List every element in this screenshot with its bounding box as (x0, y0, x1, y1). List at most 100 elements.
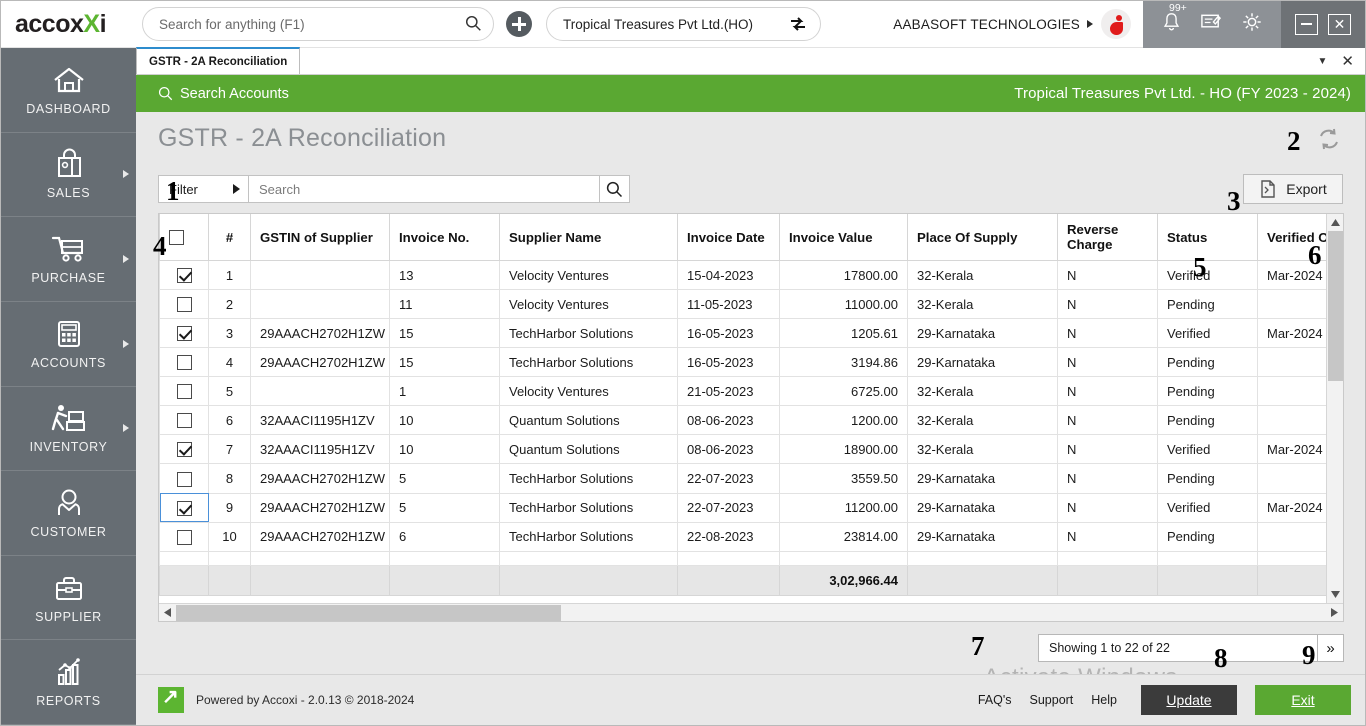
cell-row-checkbox[interactable] (160, 522, 209, 551)
totals-empty-cell (500, 565, 678, 595)
column-header-invoice-value[interactable]: Invoice Value (780, 214, 908, 261)
close-icon[interactable]: ✕ (1341, 52, 1354, 70)
filter-dropdown[interactable]: Filter (159, 176, 249, 202)
close-icon[interactable]: ✕ (1328, 14, 1351, 35)
column-header-number[interactable]: # (209, 214, 251, 261)
cell-number: 5 (209, 377, 251, 406)
exit-button[interactable]: Exit (1255, 685, 1351, 715)
row-checkbox[interactable] (177, 501, 192, 516)
horizontal-scroll-track[interactable] (176, 604, 1326, 621)
table-row[interactable]: 632AAACI1195H1ZV10Quantum Solutions08-06… (160, 406, 1327, 435)
column-header-gstin[interactable]: GSTIN of Supplier (251, 214, 390, 261)
row-checkbox[interactable] (177, 355, 192, 370)
column-header-verified-on[interactable]: Verified On (1258, 214, 1327, 261)
sidebar-item-supplier[interactable]: SUPPLIER (1, 556, 136, 641)
minimize-icon[interactable] (1295, 14, 1318, 35)
pagination-status[interactable]: Showing 1 to 22 of 22 (1038, 634, 1318, 662)
totals-empty-cell (1258, 565, 1327, 595)
cell-invoice-no: 10 (390, 406, 500, 435)
tab-gstr-2a-reconciliation[interactable]: GSTR - 2A Reconciliation (136, 47, 300, 74)
table-row[interactable]: 211Velocity Ventures11-05-202311000.0032… (160, 290, 1327, 319)
footer-link-support[interactable]: Support (1030, 693, 1074, 707)
scroll-down-button[interactable] (1327, 586, 1343, 603)
message-icon[interactable] (1200, 12, 1223, 37)
table-search-button[interactable] (599, 176, 629, 202)
cell-reverse-charge: N (1058, 348, 1158, 377)
column-header-status[interactable]: Status (1158, 214, 1258, 261)
table-row[interactable]: 732AAACI1195H1ZV10Quantum Solutions08-06… (160, 435, 1327, 464)
cell-reverse-charge: N (1058, 377, 1158, 406)
bell-icon[interactable]: 99+ (1161, 11, 1182, 38)
row-checkbox[interactable] (177, 297, 192, 312)
cell-supplier-name: TechHarbor Solutions (500, 522, 678, 551)
vertical-scroll-thumb[interactable] (1328, 231, 1343, 381)
vertical-scroll-track[interactable] (1327, 231, 1343, 586)
column-header-reverse-charge[interactable]: Reverse Charge (1058, 214, 1158, 261)
top-bar-right: AABASOFT TECHNOLOGIES 99+ (893, 1, 1365, 48)
sidebar-item-accounts[interactable]: ACCOUNTS (1, 302, 136, 387)
update-button[interactable]: Update (1141, 685, 1237, 715)
footer-link-help[interactable]: Help (1091, 693, 1117, 707)
sidebar-item-reports[interactable]: REPORTS (1, 640, 136, 725)
row-checkbox[interactable] (177, 384, 192, 399)
table-row[interactable]: 929AAACH2702H1ZW5TechHarbor Solutions22-… (160, 493, 1327, 522)
scroll-up-button[interactable] (1327, 214, 1343, 231)
cell-invoice-no: 15 (390, 348, 500, 377)
cell-row-checkbox[interactable] (160, 261, 209, 290)
horizontal-scrollbar[interactable] (159, 603, 1343, 621)
cell-row-checkbox[interactable] (160, 290, 209, 319)
row-checkbox[interactable] (177, 442, 192, 457)
column-header-place-of-supply[interactable]: Place Of Supply (908, 214, 1058, 261)
cell-row-checkbox[interactable] (160, 493, 209, 522)
column-header-invoice-date[interactable]: Invoice Date (678, 214, 780, 261)
cell-row-checkbox[interactable] (160, 406, 209, 435)
sidebar-item-customer[interactable]: CUSTOMER (1, 471, 136, 556)
cell-gstin: 29AAACH2702H1ZW (251, 348, 390, 377)
cell-row-checkbox[interactable] (160, 377, 209, 406)
cell-row-checkbox[interactable] (160, 319, 209, 348)
horizontal-scroll-thumb[interactable] (176, 605, 561, 621)
caret-down-icon[interactable]: ▼ (1318, 56, 1328, 67)
row-checkbox[interactable] (177, 413, 192, 428)
cell-reverse-charge: N (1058, 290, 1158, 319)
row-checkbox[interactable] (177, 268, 192, 283)
row-checkbox[interactable] (177, 472, 192, 487)
table-row[interactable]: 113Velocity Ventures15-04-202317800.0032… (160, 261, 1327, 290)
search-input[interactable] (142, 7, 494, 41)
cell-row-checkbox[interactable] (160, 464, 209, 493)
table-row[interactable]: 829AAACH2702H1ZW5TechHarbor Solutions22-… (160, 464, 1327, 493)
select-all-checkbox[interactable] (169, 230, 184, 245)
sidebar-item-label: CUSTOMER (30, 525, 106, 539)
organization-menu[interactable]: AABASOFT TECHNOLOGIES (893, 17, 1101, 32)
cell-row-checkbox[interactable] (160, 348, 209, 377)
scroll-left-button[interactable] (159, 604, 176, 621)
vertical-scrollbar[interactable] (1326, 214, 1343, 603)
gear-icon[interactable] (1241, 11, 1263, 38)
table-row[interactable]: 1029AAACH2702H1ZW6TechHarbor Solutions22… (160, 522, 1327, 551)
avatar[interactable] (1101, 9, 1131, 39)
footer-link-faq[interactable]: FAQ's (978, 693, 1012, 707)
sidebar-item-sales[interactable]: SALES (1, 133, 136, 218)
add-new-button[interactable] (506, 11, 532, 37)
sidebar-item-inventory[interactable]: INVENTORY (1, 387, 136, 472)
company-selector[interactable]: Tropical Treasures Pvt Ltd.(HO) (546, 7, 821, 41)
column-header-supplier-name[interactable]: Supplier Name (500, 214, 678, 261)
refresh-button[interactable] (1315, 125, 1343, 153)
table-search-input[interactable] (249, 176, 599, 202)
row-checkbox[interactable] (177, 530, 192, 545)
row-checkbox[interactable] (177, 326, 192, 341)
table-row[interactable]: 329AAACH2702H1ZW15TechHarbor Solutions16… (160, 319, 1327, 348)
scroll-right-button[interactable] (1326, 604, 1343, 621)
table-row[interactable]: 51Velocity Ventures21-05-20236725.0032-K… (160, 377, 1327, 406)
sidebar-item-purchase[interactable]: PURCHASE (1, 217, 136, 302)
search-accounts-button[interactable]: Search Accounts (158, 86, 289, 102)
sidebar-item-dashboard[interactable]: DASHBOARD (1, 48, 136, 133)
shopping-cart-icon (48, 233, 90, 265)
cell-row-checkbox[interactable] (160, 435, 209, 464)
caret-right-icon (123, 340, 129, 348)
table-row[interactable]: 429AAACH2702H1ZW15TechHarbor Solutions16… (160, 348, 1327, 377)
next-page-button[interactable]: » (1318, 634, 1344, 662)
column-header-invoice-no[interactable]: Invoice No. (390, 214, 500, 261)
cell-gstin (251, 377, 390, 406)
export-button[interactable]: Export (1243, 174, 1343, 204)
